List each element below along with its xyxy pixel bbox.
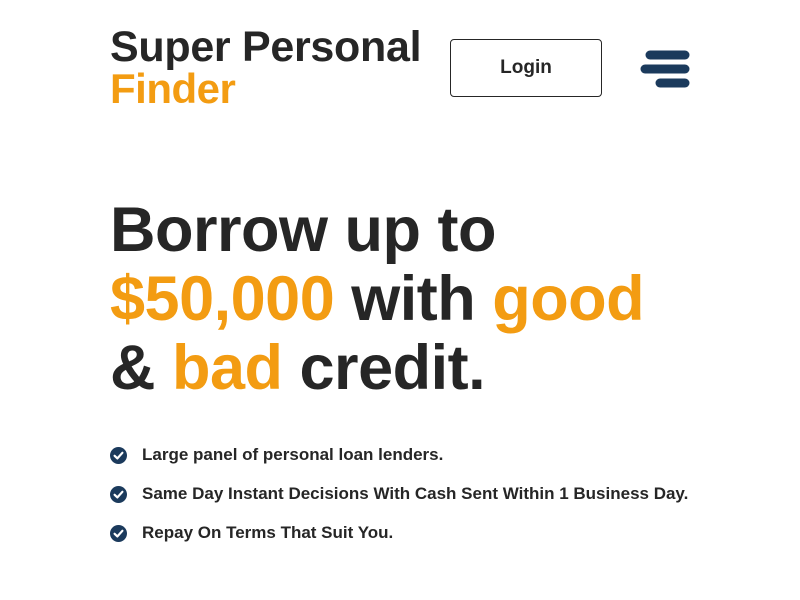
brand-logo[interactable]: Super Personal Finder: [110, 23, 422, 112]
feature-item: Same Day Instant Decisions With Cash Sen…: [110, 480, 688, 519]
hero-line1: Borrow up to: [110, 195, 496, 265]
check-circle-icon: [110, 525, 127, 542]
hero-headline: Borrow up to $50,000 with good & bad cre…: [110, 196, 730, 403]
check-circle-icon: [110, 447, 127, 464]
feature-text: Large panel of personal loan lenders.: [142, 445, 444, 464]
check-circle-icon: [110, 486, 127, 503]
login-button[interactable]: Login: [450, 39, 602, 97]
hero-bad: bad: [172, 333, 283, 403]
feature-item: Large panel of personal loan lenders.: [110, 441, 688, 480]
hero-amount: $50,000: [110, 264, 335, 334]
hero-with: with: [334, 264, 493, 334]
feature-list: Large panel of personal loan lenders. Sa…: [110, 441, 688, 558]
brand-name-primary: Super Personal: [110, 23, 422, 71]
hero-ampersand: &: [110, 333, 172, 403]
brand-name-accent: Finder: [110, 65, 236, 112]
hero-credit: credit.: [282, 333, 486, 403]
hamburger-menu-icon[interactable]: [640, 50, 690, 88]
feature-text: Same Day Instant Decisions With Cash Sen…: [142, 484, 689, 503]
feature-text: Repay On Terms That Suit You.: [142, 523, 394, 542]
site-header: Super Personal Finder Login: [110, 26, 690, 116]
feature-item: Repay On Terms That Suit You.: [110, 519, 688, 558]
hero-good: good: [492, 264, 645, 334]
